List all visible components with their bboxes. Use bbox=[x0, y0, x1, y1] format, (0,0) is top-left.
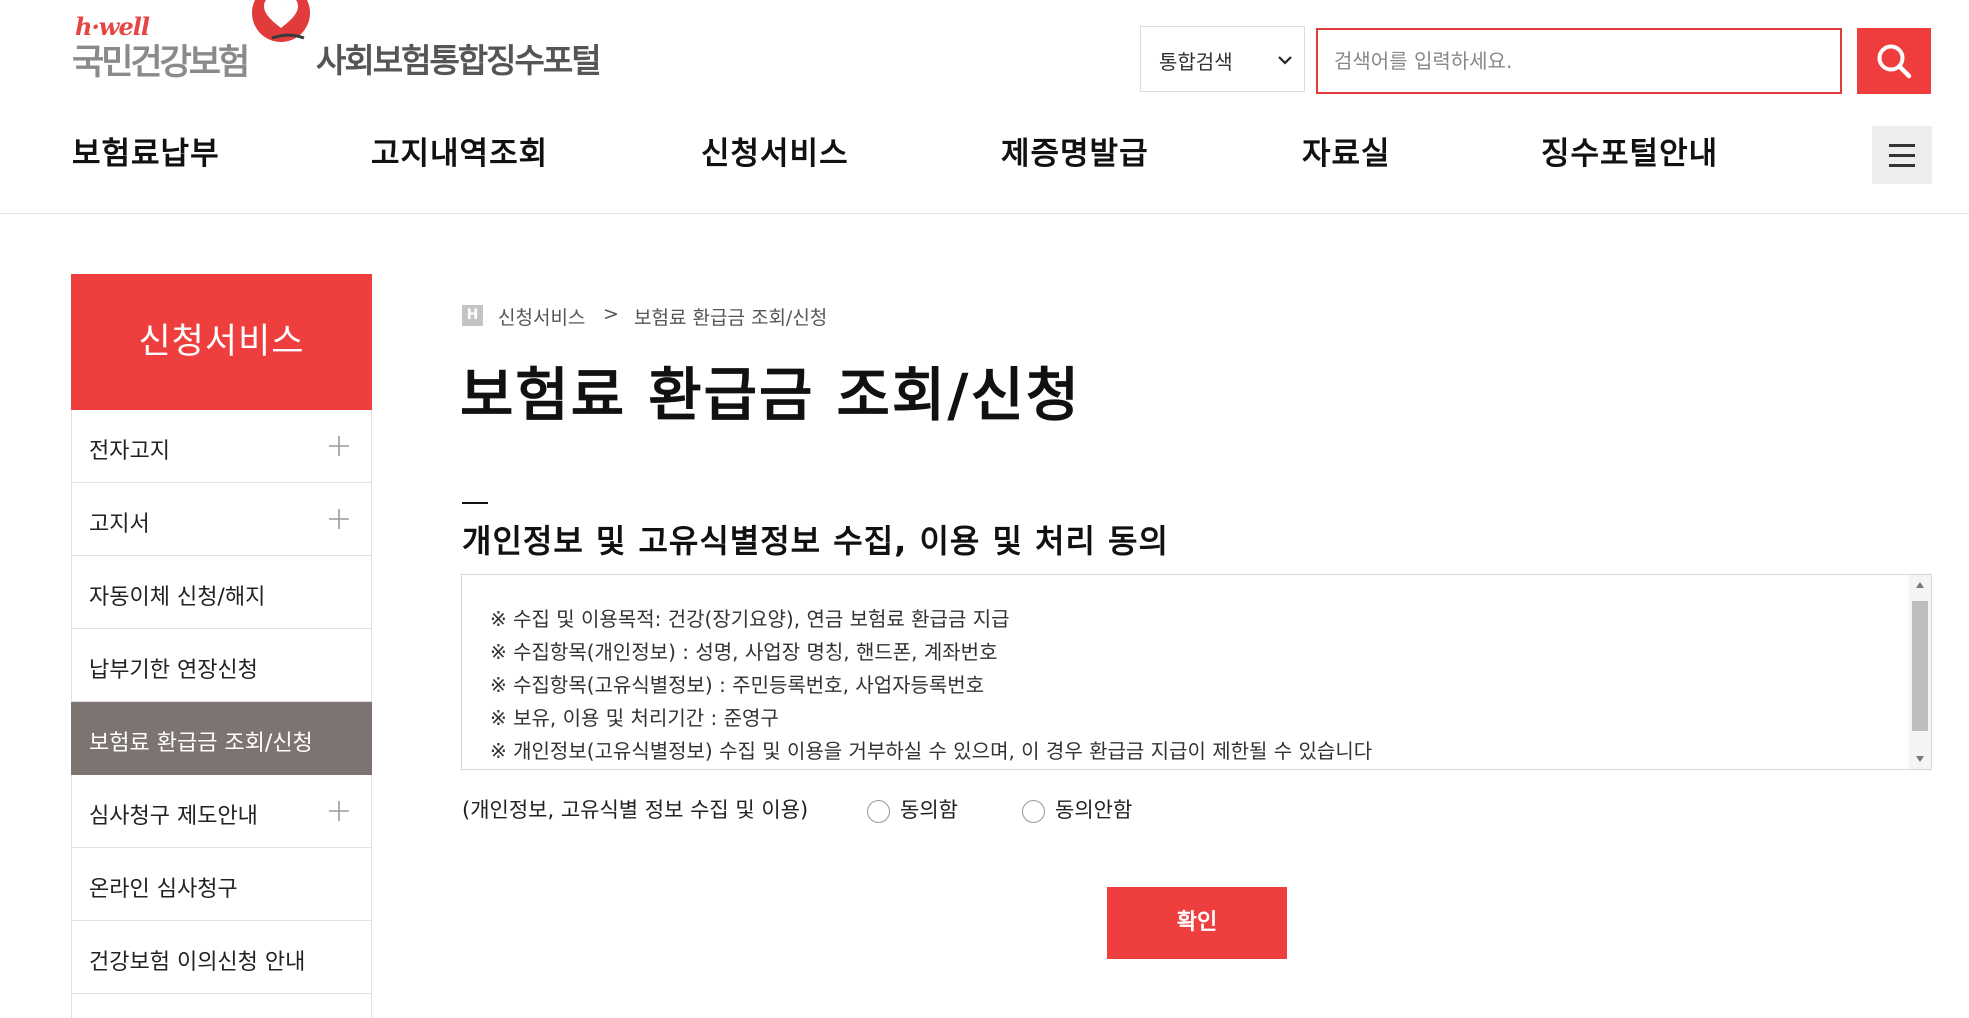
plus-icon bbox=[329, 436, 349, 456]
plus-icon bbox=[329, 801, 349, 821]
logo-portal-title: 사회보험통합징수포털 bbox=[316, 41, 602, 80]
search-button[interactable] bbox=[1857, 28, 1931, 94]
breadcrumb-separator: > bbox=[603, 303, 619, 325]
consent-text-box[interactable]: ※ 수집 및 이용목적: 건강(장기요양), 연금 보험료 환급금 지급 ※ 수… bbox=[461, 574, 1932, 770]
consent-line: ※ 수집 및 이용목적: 건강(장기요양), 연금 보험료 환급금 지급 bbox=[490, 607, 1010, 631]
home-icon[interactable]: H bbox=[462, 305, 483, 326]
sidebar-item-review-request-guide[interactable]: 심사청구 제도안내 bbox=[71, 775, 372, 848]
chevron-down-icon bbox=[1278, 56, 1292, 65]
scroll-down-arrow-icon[interactable] bbox=[1909, 749, 1931, 769]
sidebar-item-more[interactable] bbox=[71, 994, 372, 1018]
sidebar-item-bill[interactable]: 고지서 bbox=[71, 483, 372, 556]
site-logo[interactable]: h·well 국민건강보험 사회보험통합징수포털 bbox=[72, 0, 632, 90]
search-input[interactable] bbox=[1318, 30, 1840, 92]
sidebar-item-e-notice[interactable]: 전자고지 bbox=[71, 410, 372, 483]
sidebar-item-label: 온라인 심사청구 bbox=[89, 877, 238, 902]
sidebar: 신청서비스 전자고지 고지서 자동이체 신청/해지 납부기한 연장신청 보험료 … bbox=[71, 274, 372, 1018]
search-icon bbox=[1877, 44, 1912, 79]
consent-text: ※ 수집 및 이용목적: 건강(장기요양), 연금 보험료 환급금 지급 ※ 수… bbox=[490, 603, 1891, 768]
scrollbar-thumb[interactable] bbox=[1912, 601, 1928, 731]
search-input-wrapper bbox=[1316, 28, 1842, 94]
nav-item-payment[interactable]: 보험료납부 bbox=[72, 128, 220, 173]
disagree-radio-label[interactable]: 동의안함 bbox=[1055, 794, 1132, 824]
sidebar-item-deadline-extension[interactable]: 납부기한 연장신청 bbox=[71, 629, 372, 702]
nav-item-portal-guide[interactable]: 징수포털안내 bbox=[1541, 128, 1718, 173]
consent-scrollbar[interactable] bbox=[1909, 575, 1931, 769]
agree-radio-label[interactable]: 동의함 bbox=[900, 794, 958, 824]
heart-logo-icon bbox=[252, 0, 310, 42]
consent-section-title: 개인정보 및 고유식별정보 수집, 이용 및 처리 동의 bbox=[462, 522, 1169, 560]
sidebar-item-label: 보험료 환급금 조회/신청 bbox=[89, 731, 313, 756]
sidebar-item-label: 고지서 bbox=[89, 512, 150, 537]
breadcrumb-current: 보험료 환급금 조회/신청 bbox=[634, 307, 828, 329]
sidebar-item-refund-inquiry[interactable]: 보험료 환급금 조회/신청 bbox=[71, 702, 372, 775]
section-divider bbox=[462, 502, 488, 504]
logo-nhis-text: 국민건강보험 bbox=[72, 43, 250, 83]
nav-item-application-service[interactable]: 신청서비스 bbox=[701, 128, 849, 173]
sidebar-item-label: 심사청구 제도안내 bbox=[89, 804, 258, 829]
sidebar-item-label: 건강보험 이의신청 안내 bbox=[89, 950, 306, 975]
sidebar-item-label: 자동이체 신청/해지 bbox=[89, 585, 266, 610]
consent-line: ※ 보유, 이용 및 처리기간 : 준영구 bbox=[490, 706, 779, 730]
nav-item-notice-inquiry[interactable]: 고지내역조회 bbox=[371, 128, 548, 173]
nav-item-library[interactable]: 자료실 bbox=[1302, 128, 1391, 173]
scroll-up-arrow-icon[interactable] bbox=[1909, 575, 1931, 595]
sidebar-item-objection-guide[interactable]: 건강보험 이의신청 안내 bbox=[71, 921, 372, 994]
consent-line: ※ 수집항목(고유식별정보) : 주민등록번호, 사업자등록번호 bbox=[490, 673, 985, 697]
search-scope-value: 통합검색 bbox=[1159, 50, 1233, 74]
breadcrumb-level1[interactable]: 신청서비스 bbox=[498, 303, 585, 330]
plus-icon bbox=[329, 509, 349, 529]
sidebar-item-label: 납부기한 연장신청 bbox=[89, 658, 258, 683]
sidebar-title: 신청서비스 bbox=[71, 274, 372, 410]
agree-radio[interactable] bbox=[867, 800, 890, 823]
sidebar-item-online-review-request[interactable]: 온라인 심사청구 bbox=[71, 848, 372, 921]
consent-agree-label: (개인정보, 고유식별 정보 수집 및 이용) bbox=[462, 798, 809, 822]
search-scope-select[interactable]: 통합검색 bbox=[1140, 26, 1305, 92]
sidebar-item-label: 전자고지 bbox=[89, 439, 170, 464]
page-title: 보험료 환급금 조회/신청 bbox=[460, 361, 1082, 429]
menu-icon[interactable] bbox=[1872, 126, 1932, 184]
consent-line: ※ 개인정보(고유식별정보) 수집 및 이용을 거부하실 수 있으며, 이 경우… bbox=[490, 739, 1373, 763]
confirm-button[interactable]: 확인 bbox=[1107, 887, 1287, 959]
sidebar-item-auto-transfer[interactable]: 자동이체 신청/해지 bbox=[71, 556, 372, 629]
consent-line: ※ 수집항목(개인정보) : 성명, 사업장 명칭, 핸드폰, 계좌번호 bbox=[490, 640, 998, 664]
nav-item-certificates[interactable]: 제증명발급 bbox=[1001, 128, 1149, 173]
disagree-radio[interactable] bbox=[1022, 800, 1045, 823]
site-header: h·well 국민건강보험 사회보험통합징수포털 통합검색 보험료납부 고지내역… bbox=[0, 0, 1969, 214]
